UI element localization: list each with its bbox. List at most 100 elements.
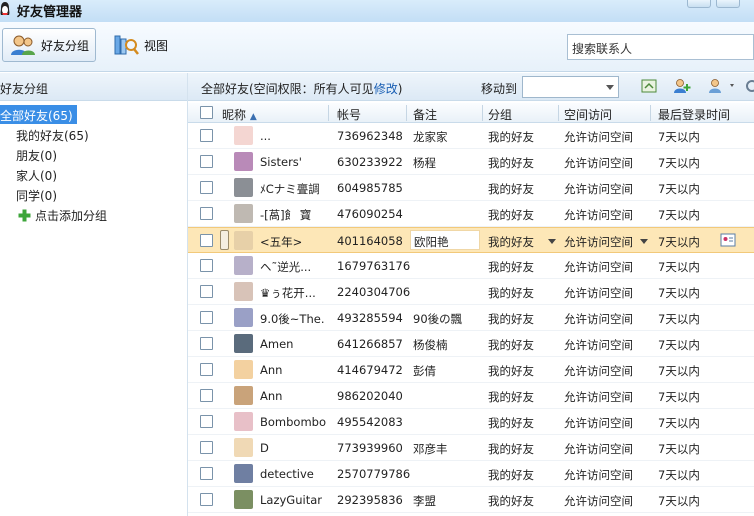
nickname-cell: Sisters' <box>260 155 302 169</box>
avatar <box>234 386 253 405</box>
sidebar: 好友分组 全部好友(65) 我的好友(65) 朋友(0) 家人(0) 同学(0)… <box>0 73 188 516</box>
space-access-cell: 允许访问空间 <box>564 390 633 404</box>
minimize-button[interactable] <box>687 0 711 8</box>
row-checkbox[interactable] <box>200 181 213 194</box>
account-cell: 414679472 <box>337 363 403 377</box>
group-cell: 我的好友 <box>488 286 534 300</box>
table-row[interactable]: Amen 641266857 杨俊楠 我的好友 允许访问空间 7天以内 <box>188 331 754 357</box>
add-group-label: 点击添加分组 <box>35 209 108 223</box>
row-checkbox[interactable] <box>200 441 213 454</box>
row-checkbox[interactable] <box>200 363 213 376</box>
last-login-cell: 7天以内 <box>658 364 700 378</box>
select-all-checkbox[interactable] <box>200 106 213 119</box>
account-cell: 773939960 <box>337 441 403 455</box>
chevron-down-icon[interactable] <box>548 239 556 244</box>
table-row[interactable]: 9.0後~The. 493285594 90後の飄 我的好友 允许访问空间 7天以内 <box>188 305 754 331</box>
account-cell: 401164058 <box>337 234 403 248</box>
settings-icon[interactable] <box>743 78 754 94</box>
column-account[interactable]: 帐号 <box>337 106 361 123</box>
table-row[interactable]: ヘ˜逆光... 1679763176 我的好友 允许访问空间 7天以内 <box>188 253 754 279</box>
nickname-cell: detective <box>260 467 314 481</box>
column-divider[interactable] <box>482 105 483 121</box>
group-cell: 我的好友 <box>488 416 534 430</box>
sidebar-group-family[interactable]: 家人(0) <box>16 165 57 184</box>
column-group[interactable]: 分组 <box>488 106 512 123</box>
column-nickname[interactable]: 昵称 ▲ <box>222 106 257 123</box>
friend-groups-button[interactable]: 好友分组 <box>2 28 97 62</box>
table-row[interactable]: D 773939960 邓彦丰 我的好友 允许访问空间 7天以内 <box>188 435 754 461</box>
column-divider[interactable] <box>558 105 559 121</box>
remark-cell: 杨程 <box>413 156 436 170</box>
avatar <box>234 126 253 145</box>
maximize-button[interactable] <box>716 0 740 8</box>
view-button[interactable]: 视图 <box>106 28 174 62</box>
export-icon[interactable] <box>640 78 658 94</box>
row-checkbox[interactable] <box>200 234 213 247</box>
row-checkbox[interactable] <box>200 129 213 142</box>
search-input[interactable]: 搜索联系人 <box>567 34 754 60</box>
sidebar-group-my-friends[interactable]: 我的好友(65) <box>16 125 89 144</box>
nickname-cell: ヘ˜逆光... <box>260 260 312 274</box>
table-row[interactable]: ﾒCナミ亹調 604985785 我的好友 允许访问空间 7天以内 <box>188 175 754 201</box>
group-cell[interactable]: 我的好友 <box>488 234 534 250</box>
group-cell: 我的好友 <box>488 390 534 404</box>
group-cell: 我的好友 <box>488 156 534 170</box>
space-access-cell: 允许访问空间 <box>564 156 633 170</box>
column-divider[interactable] <box>328 105 329 121</box>
sidebar-group-all[interactable]: 全部好友(65) <box>0 105 77 124</box>
account-cell: 604985785 <box>337 181 403 195</box>
avatar <box>234 490 253 509</box>
app-logo-icon <box>0 2 10 15</box>
nickname-cell: Bombombom <box>260 415 326 429</box>
row-checkbox[interactable] <box>200 207 213 220</box>
profile-card-icon[interactable] <box>720 233 736 247</box>
modify-permission-link[interactable]: 修改 <box>374 82 398 96</box>
account-cell: 986202040 <box>337 389 403 403</box>
table-row[interactable]: ♛ぅ花开... 2240304706 我的好友 允许访问空间 7天以内 <box>188 279 754 305</box>
account-cell: 2240304706 <box>337 285 411 299</box>
avatar <box>234 464 253 483</box>
group-cell: 我的好友 <box>488 182 534 196</box>
last-login-cell: 7天以内 <box>658 468 700 482</box>
column-last-login[interactable]: 最后登录时间 <box>658 106 730 123</box>
chevron-down-icon[interactable] <box>640 239 648 244</box>
plus-icon <box>18 209 31 222</box>
last-login-cell: 7天以内 <box>658 416 700 430</box>
table-row[interactable]: ... 736962348 龙家家 我的好友 允许访问空间 7天以内 <box>188 123 754 149</box>
table-row[interactable]: LazyGuitar 292395836 李盟 我的好友 允许访问空间 7天以内 <box>188 487 754 513</box>
space-access-cell: 允许访问空间 <box>564 208 633 222</box>
drag-handle-icon[interactable] <box>220 230 229 250</box>
table-row[interactable]: Sisters' 630233922 杨程 我的好友 允许访问空间 7天以内 <box>188 149 754 175</box>
table-row[interactable]: <五年> 401164058 欧阳艳 我的好友 允许访问空间 7天以内 <box>188 227 754 253</box>
column-remark[interactable]: 备注 <box>413 106 437 123</box>
sidebar-group-friends[interactable]: 朋友(0) <box>16 145 57 164</box>
group-cell: 我的好友 <box>488 312 534 326</box>
sidebar-group-classmates[interactable]: 同学(0) <box>16 185 57 204</box>
contact-menu-icon[interactable] <box>708 78 726 94</box>
remark-input[interactable]: 欧阳艳 <box>410 230 480 250</box>
column-divider[interactable] <box>406 105 407 121</box>
table-row[interactable]: detective 2570779786 我的好友 允许访问空间 7天以内 <box>188 461 754 487</box>
row-checkbox[interactable] <box>200 493 213 506</box>
table-row[interactable]: -[萵]飠 寶 476090254 我的好友 允许访问空间 7天以内 <box>188 201 754 227</box>
add-group-button[interactable]: 点击添加分组 <box>18 205 107 224</box>
row-checkbox[interactable] <box>200 285 213 298</box>
row-checkbox[interactable] <box>200 311 213 324</box>
table-row[interactable]: Ann 414679472 彭倩 我的好友 允许访问空间 7天以内 <box>188 357 754 383</box>
row-checkbox[interactable] <box>200 155 213 168</box>
row-checkbox[interactable] <box>200 389 213 402</box>
row-checkbox[interactable] <box>200 467 213 480</box>
account-cell: 641266857 <box>337 337 403 351</box>
chevron-down-icon <box>606 85 614 90</box>
column-divider[interactable] <box>650 105 651 121</box>
column-space-access[interactable]: 空间访问 <box>564 106 612 123</box>
table-row[interactable]: Ann 986202040 我的好友 允许访问空间 7天以内 <box>188 383 754 409</box>
move-to-select[interactable] <box>522 76 619 98</box>
add-friend-icon[interactable] <box>673 78 691 94</box>
row-checkbox[interactable] <box>200 259 213 272</box>
table-row[interactable]: Bombombom 495542083 我的好友 允许访问空间 7天以内 <box>188 409 754 435</box>
space-access-cell[interactable]: 允许访问空间 <box>564 234 633 250</box>
row-checkbox[interactable] <box>200 337 213 350</box>
group-cell: 我的好友 <box>488 338 534 352</box>
row-checkbox[interactable] <box>200 415 213 428</box>
